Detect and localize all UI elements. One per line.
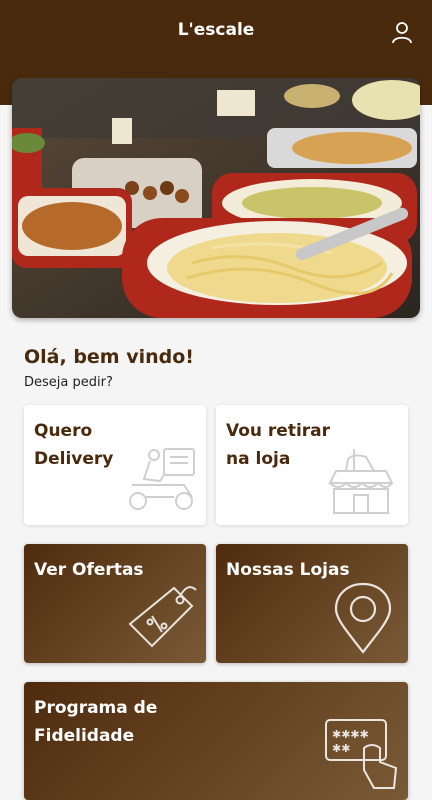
loyalty-label: Programa de Fidelidade: [34, 698, 158, 746]
loyalty-card[interactable]: Programa de Fidelidade ✱✱✱✱ ✱✱: [24, 682, 408, 800]
pickup-card[interactable]: Vou retirar na loja: [216, 405, 408, 525]
app-title: L'escale: [177, 20, 255, 40]
stores-card[interactable]: Nossas Lojas: [216, 544, 408, 663]
price-tag-icon: [128, 586, 197, 648]
user-icon[interactable]: [390, 20, 414, 44]
delivery-label: Quero Delivery: [34, 421, 114, 469]
stores-label: Nossas Lojas: [226, 560, 350, 580]
svg-text:✱✱: ✱✱: [332, 742, 350, 755]
loyalty-card-icon: ✱✱✱✱ ✱✱: [325, 719, 398, 789]
svg-text:✱✱✱✱: ✱✱✱✱: [332, 728, 369, 741]
welcome-subtitle: Deseja pedir?: [24, 375, 113, 390]
pickup-label: Vou retirar na loja: [226, 421, 331, 469]
hero-food-image: [12, 78, 420, 318]
delivery-card[interactable]: Quero Delivery: [24, 405, 206, 525]
offers-card[interactable]: Ver Ofertas: [24, 544, 206, 663]
delivery-scooter-icon: [129, 448, 195, 510]
map-pin-icon: [334, 582, 392, 654]
store-pickup-icon: [328, 449, 394, 514]
welcome-title: Olá, bem vindo!: [24, 346, 194, 368]
